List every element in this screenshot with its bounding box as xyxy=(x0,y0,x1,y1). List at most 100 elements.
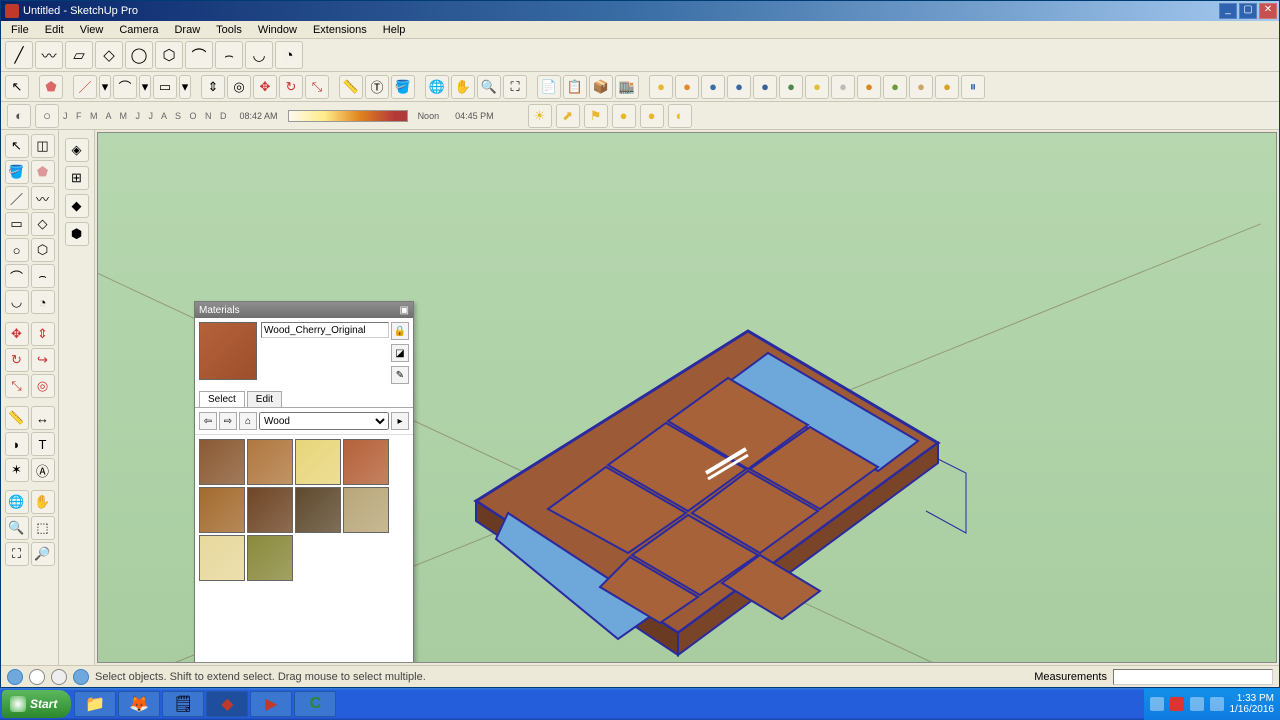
menu-view[interactable]: View xyxy=(72,23,112,37)
tape2-icon[interactable] xyxy=(5,406,29,430)
material-name-input[interactable] xyxy=(261,322,389,338)
select-tool-icon[interactable] xyxy=(5,75,29,99)
zoom2-icon[interactable] xyxy=(5,516,29,540)
sphere-orange-icon[interactable] xyxy=(675,75,699,99)
sphere-stop-icon[interactable] xyxy=(961,75,985,99)
2pt-arc-icon[interactable] xyxy=(215,41,243,69)
task-app3[interactable]: C xyxy=(294,691,336,717)
eraser-icon[interactable] xyxy=(31,160,55,184)
library-menu-icon[interactable]: ▸ xyxy=(391,412,409,430)
material-swatch[interactable] xyxy=(199,487,245,533)
materials-panel[interactable]: Materials ▣ 🔒 ◪ ✎ xyxy=(194,301,414,663)
library-select[interactable]: Wood xyxy=(259,412,389,430)
lock-icon[interactable]: 🔒 xyxy=(391,322,409,340)
task-app2[interactable]: ▶ xyxy=(250,691,292,717)
move-icon[interactable] xyxy=(253,75,277,99)
axes-icon[interactable] xyxy=(5,458,29,482)
tab-select[interactable]: Select xyxy=(199,391,245,407)
shape-icon[interactable] xyxy=(153,75,177,99)
menu-window[interactable]: Window xyxy=(250,23,305,37)
text-icon[interactable] xyxy=(365,75,389,99)
measurements-input[interactable] xyxy=(1113,669,1273,685)
task-explorer[interactable]: 📁 xyxy=(74,691,116,717)
close-button[interactable]: ✕ xyxy=(1259,3,1277,19)
pushpull-icon[interactable] xyxy=(201,75,225,99)
sandbox-3-icon[interactable] xyxy=(65,194,89,218)
pan-icon[interactable] xyxy=(451,75,475,99)
sphere-green2-icon[interactable] xyxy=(883,75,907,99)
scale2-icon[interactable] xyxy=(5,374,29,398)
sphere-gold-icon[interactable] xyxy=(935,75,959,99)
line-icon[interactable] xyxy=(73,75,97,99)
sphere-orange2-icon[interactable] xyxy=(857,75,881,99)
arc-icon[interactable] xyxy=(113,75,137,99)
maximize-button[interactable]: ▢ xyxy=(1239,3,1257,19)
component-icon[interactable] xyxy=(31,134,55,158)
rect2-icon[interactable] xyxy=(5,212,29,236)
dimension-icon[interactable] xyxy=(31,406,55,430)
sun-icon[interactable] xyxy=(528,104,552,128)
orbit2-icon[interactable] xyxy=(5,490,29,514)
panel-header[interactable]: Materials ▣ xyxy=(195,302,413,318)
rotate-icon[interactable] xyxy=(279,75,303,99)
status-info-icon[interactable] xyxy=(29,669,45,685)
menu-extensions[interactable]: Extensions xyxy=(305,23,375,37)
zoomwin-icon[interactable] xyxy=(31,516,55,540)
menu-file[interactable]: File xyxy=(3,23,37,37)
clock[interactable]: 1:33 PM 1/16/2016 xyxy=(1230,693,1275,715)
line2-icon[interactable] xyxy=(5,186,29,210)
start-button[interactable]: Start xyxy=(2,690,71,718)
protractor-icon[interactable] xyxy=(5,432,29,456)
sphere-yellow-icon[interactable] xyxy=(649,75,673,99)
sun-small-icon[interactable] xyxy=(612,104,636,128)
sandbox-4-icon[interactable] xyxy=(65,222,89,246)
nav-back-icon[interactable]: ⇦ xyxy=(199,412,217,430)
task-sketchup[interactable]: ◆ xyxy=(206,691,248,717)
select-icon[interactable] xyxy=(5,134,29,158)
line-tool-icon[interactable] xyxy=(5,41,33,69)
followme-icon[interactable] xyxy=(31,348,55,372)
tray-icon-1[interactable] xyxy=(1150,697,1164,711)
status-geo-icon[interactable] xyxy=(7,669,23,685)
system-tray[interactable]: 1:33 PM 1/16/2016 xyxy=(1144,688,1280,720)
scale-icon[interactable] xyxy=(305,75,329,99)
task-firefox[interactable]: 🦊 xyxy=(118,691,160,717)
zoom-icon[interactable] xyxy=(477,75,501,99)
tray-icon-4[interactable] xyxy=(1210,697,1224,711)
dropdown-icon[interactable] xyxy=(139,75,151,99)
pie-icon[interactable] xyxy=(31,290,55,314)
shadow-toggle-icon[interactable] xyxy=(7,104,31,128)
entity-info-icon[interactable] xyxy=(563,75,587,99)
3pt-arc-icon[interactable] xyxy=(245,41,273,69)
freehand-tool-icon[interactable] xyxy=(35,41,63,69)
paint-icon[interactable] xyxy=(391,75,415,99)
menu-camera[interactable]: Camera xyxy=(111,23,166,37)
sphere-gray-icon[interactable] xyxy=(831,75,855,99)
status-sync-icon[interactable] xyxy=(73,669,89,685)
offset-icon[interactable] xyxy=(227,75,251,99)
material-swatch[interactable] xyxy=(247,487,293,533)
3dtext-icon[interactable] xyxy=(31,458,55,482)
sphere-yellow2-icon[interactable] xyxy=(805,75,829,99)
sphere-tan-icon[interactable] xyxy=(909,75,933,99)
pushpull2-icon[interactable] xyxy=(31,322,55,346)
material-swatch[interactable] xyxy=(247,535,293,581)
sphere-blue1-icon[interactable] xyxy=(701,75,725,99)
tray-icon-2[interactable] xyxy=(1170,697,1184,711)
sandbox-2-icon[interactable] xyxy=(65,166,89,190)
viewport[interactable]: Materials ▣ 🔒 ◪ ✎ xyxy=(97,132,1277,663)
task-notes[interactable]: 🗒 xyxy=(162,691,204,717)
model-info-icon[interactable] xyxy=(537,75,561,99)
flag-icon[interactable] xyxy=(584,104,608,128)
menu-help[interactable]: Help xyxy=(375,23,414,37)
tape-icon[interactable] xyxy=(339,75,363,99)
menu-tools[interactable]: Tools xyxy=(208,23,250,37)
zoom-extents-icon[interactable] xyxy=(503,75,527,99)
arc-tool-icon[interactable] xyxy=(185,41,213,69)
material-swatch[interactable] xyxy=(343,439,389,485)
orbit-icon[interactable] xyxy=(425,75,449,99)
zoomext-icon[interactable] xyxy=(5,542,29,566)
move2-icon[interactable] xyxy=(5,322,29,346)
rectangle-tool-icon[interactable] xyxy=(65,41,93,69)
text2-icon[interactable] xyxy=(31,432,55,456)
